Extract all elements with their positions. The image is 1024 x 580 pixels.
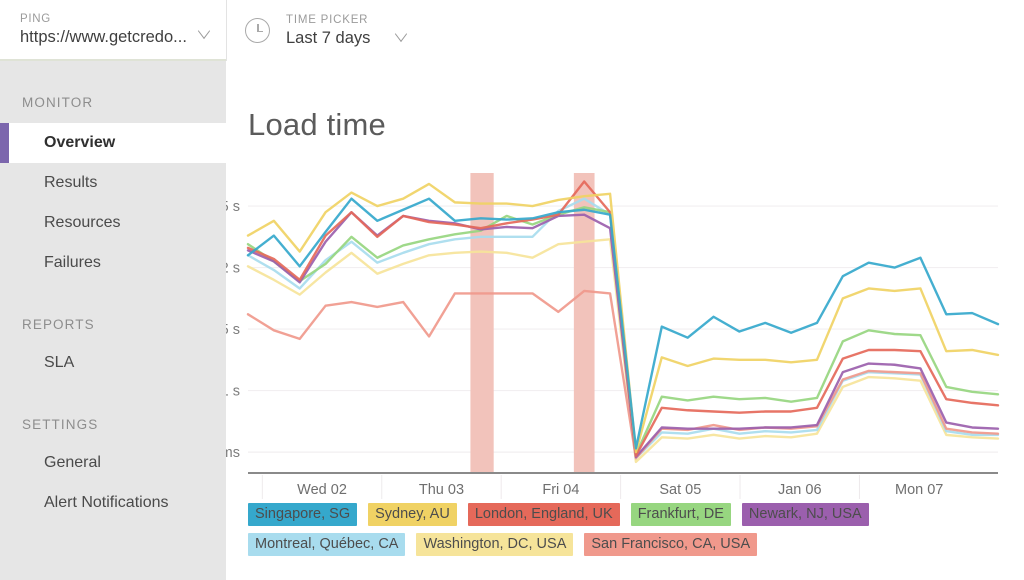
chart-x-tick-label: Jan 06 xyxy=(778,482,822,498)
sidebar-section-monitor: MONITOR Overview Results Resources Failu… xyxy=(0,61,226,283)
legend-chip[interactable]: Montreal, Québec, CA xyxy=(248,533,405,556)
legend-chip[interactable]: Singapore, SG xyxy=(248,503,357,526)
chart-svg: 2.5 s 2 s 1.5 s 1 s 500 ms Wed 02 Thu 03 Fri 04… xyxy=(226,61,1024,521)
legend-chip[interactable]: Frankfurt, DE xyxy=(631,503,731,526)
top-bar: PING https://www.getcredo... TIME PICKER… xyxy=(0,0,1024,61)
chart-y-tick-label: 2 s xyxy=(226,261,240,277)
chart-y-tick-label: 2.5 s xyxy=(226,199,240,215)
legend-chip[interactable]: Sydney, AU xyxy=(368,503,457,526)
sidebar-item-label: Overview xyxy=(44,134,115,152)
chart-x-tick-label: Fri 04 xyxy=(542,482,579,498)
sidebar-section-reports: REPORTS SLA xyxy=(0,283,226,383)
time-picker-label: TIME PICKER xyxy=(286,13,370,27)
sidebar-item-label: Results xyxy=(44,174,97,192)
sidebar-item-label: Resources xyxy=(44,214,120,232)
sidebar-section-title: SETTINGS xyxy=(0,383,226,432)
app-root: PING https://www.getcredo... TIME PICKER… xyxy=(0,0,1024,580)
chart-y-tick-label: 1.5 s xyxy=(226,322,240,338)
chevron-down-icon[interactable] xyxy=(199,26,212,34)
legend-chip[interactable]: San Francisco, CA, USA xyxy=(584,533,757,556)
sidebar-item-label: Failures xyxy=(44,254,101,272)
chart-series-line xyxy=(248,184,998,452)
time-picker[interactable]: TIME PICKER Last 7 days xyxy=(227,0,410,61)
chart-legend: Singapore, SG Sydney, AU London, England, … xyxy=(248,503,1018,556)
chart-y-tick-label: 500 ms xyxy=(226,445,240,461)
sidebar-section-settings: SETTINGS General Alert Notifications xyxy=(0,383,226,523)
sidebar-item-label: General xyxy=(44,454,101,472)
sidebar-item-alert-notifications[interactable]: Alert Notifications xyxy=(0,483,226,523)
legend-chip[interactable]: London, England, UK xyxy=(468,503,620,526)
sidebar-item-label: SLA xyxy=(44,354,74,372)
sidebar-item-failures[interactable]: Failures xyxy=(0,243,226,283)
ping-label: PING xyxy=(20,12,226,26)
chart-x-tick-label: Thu 03 xyxy=(419,482,464,498)
chart-y-tick-label: 1 s xyxy=(226,384,240,400)
sidebar-section-title: REPORTS xyxy=(0,283,226,332)
chevron-down-icon[interactable] xyxy=(396,29,410,39)
sidebar-item-label: Alert Notifications xyxy=(44,494,169,512)
time-picker-value: Last 7 days xyxy=(286,28,370,48)
time-picker-text: TIME PICKER Last 7 days xyxy=(286,13,370,48)
chart-x-tick-label: Mon 07 xyxy=(895,482,943,498)
active-accent-bar xyxy=(0,123,9,163)
sidebar-item-sla[interactable]: SLA xyxy=(0,343,226,383)
sidebar-item-overview[interactable]: Overview xyxy=(0,123,226,163)
sidebar-section-title: MONITOR xyxy=(0,61,226,110)
legend-chip[interactable]: Washington, DC, USA xyxy=(416,533,573,556)
chart-x-tick-label: Wed 02 xyxy=(297,482,347,498)
clock-icon xyxy=(245,18,270,43)
legend-chip[interactable]: Newark, NJ, USA xyxy=(742,503,869,526)
sidebar-item-general[interactable]: General xyxy=(0,443,226,483)
sidebar: MONITOR Overview Results Resources Failu… xyxy=(0,61,226,580)
ping-selector[interactable]: PING https://www.getcredo... xyxy=(0,0,226,61)
chart-x-tick-label: Sat 05 xyxy=(659,482,701,498)
ping-url-value: https://www.getcredo... xyxy=(20,27,226,47)
sidebar-item-resources[interactable]: Resources xyxy=(0,203,226,243)
sidebar-item-results[interactable]: Results xyxy=(0,163,226,203)
chart-series-line xyxy=(248,199,998,449)
